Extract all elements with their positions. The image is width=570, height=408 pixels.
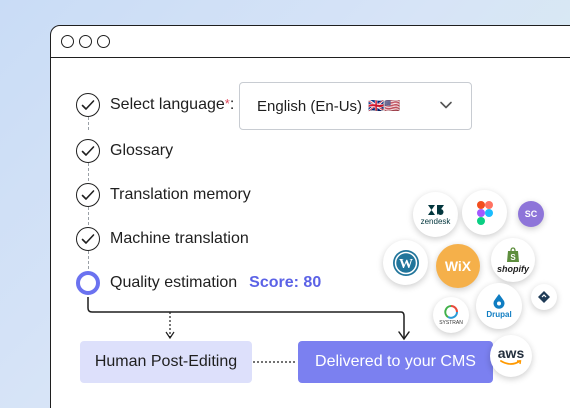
shopify-logo-icon: S shopify [491, 238, 535, 282]
dark-blue-logo-icon [531, 284, 557, 310]
wordpress-logo-icon: W [383, 240, 428, 285]
delivered-cms-box: Delivered to your CMS [298, 341, 493, 383]
aws-wordmark: aws [497, 345, 525, 361]
aws-logo-icon: aws [490, 335, 532, 377]
drupal-wordmark: Drupal [486, 310, 512, 319]
svg-text:W: W [399, 257, 413, 272]
figma-logo-icon [462, 190, 507, 235]
svg-text:S: S [510, 253, 516, 262]
zendesk-logo-icon: zendesk [413, 192, 458, 237]
systran-wordmark: SYSTRAN [439, 319, 463, 326]
sc-logo-icon: SC [518, 201, 544, 227]
shopify-wordmark: shopify [496, 263, 529, 274]
zendesk-wordmark: zendesk [420, 216, 451, 226]
wix-logo-icon: WiX [436, 244, 480, 288]
wix-wordmark: WiX [444, 258, 472, 274]
systran-logo-icon: SYSTRAN [433, 297, 469, 333]
drupal-logo-icon: Drupal [476, 283, 522, 329]
human-post-editing-box: Human Post-Editing [80, 341, 252, 383]
